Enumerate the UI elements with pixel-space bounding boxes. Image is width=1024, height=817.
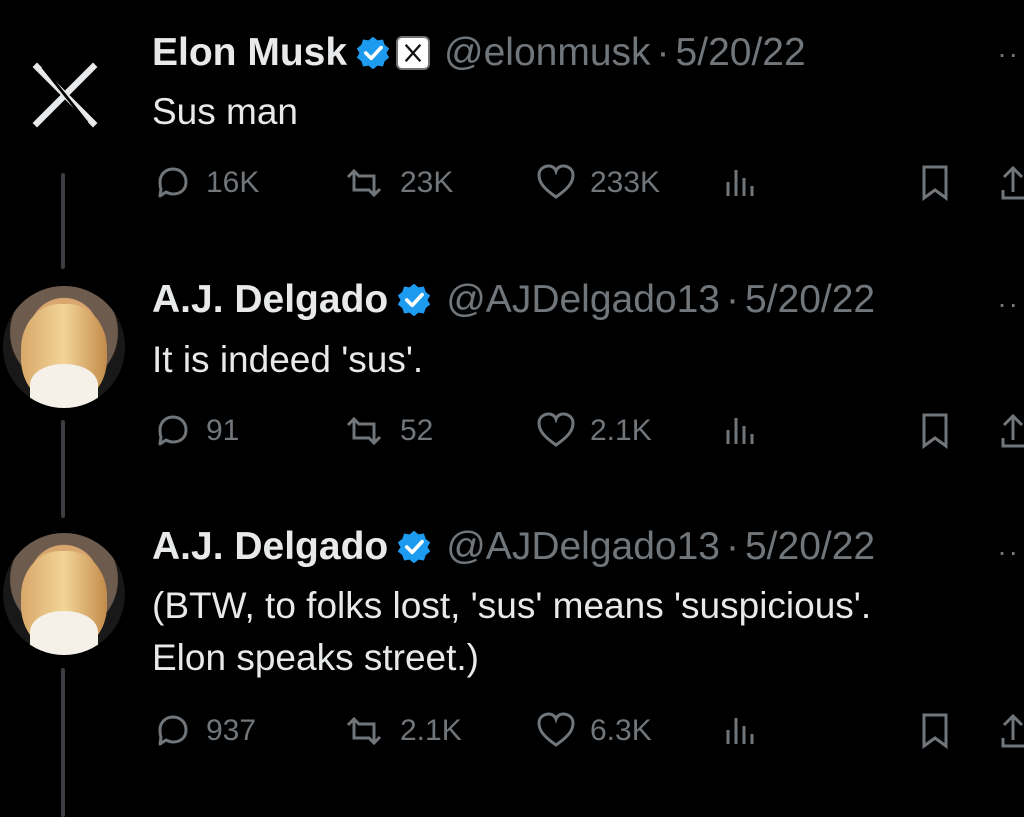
tweet-aj-delgado-1[interactable]: A.J. Delgado @AJDelgado13 · 5/20/22 ·· I… xyxy=(0,250,1024,490)
views-icon xyxy=(726,718,754,744)
verified-badge-icon xyxy=(398,283,431,317)
author-name[interactable]: Elon Musk xyxy=(152,31,347,75)
views-button[interactable] xyxy=(720,410,774,452)
reply-button[interactable]: 937 xyxy=(152,710,256,752)
reply-button[interactable]: 16K xyxy=(152,162,259,204)
heart-icon xyxy=(537,412,575,447)
tweet-actions: 16K 23K 233K xyxy=(152,162,1024,212)
like-button[interactable]: 2.1K xyxy=(534,410,652,452)
reply-icon xyxy=(158,715,188,746)
bookmark-icon xyxy=(922,413,948,449)
author-name[interactable]: A.J. Delgado xyxy=(152,525,388,569)
like-count: 2.1K xyxy=(590,414,652,447)
share-button[interactable] xyxy=(998,410,1024,452)
retweet-count: 52 xyxy=(400,414,434,447)
tweet-actions: 91 52 2.1K xyxy=(152,410,1024,460)
bookmark-button[interactable] xyxy=(916,710,966,752)
share-icon xyxy=(1001,165,1024,200)
more-options-button[interactable]: ·· xyxy=(997,38,1020,70)
x-affiliation-icon xyxy=(396,36,431,70)
retweet-count: 23K xyxy=(400,166,454,199)
bookmark-icon xyxy=(922,165,948,201)
tweet-date[interactable]: 5/20/22 xyxy=(676,31,806,75)
tweet-header: Elon Musk @elonmusk · 5/20/22 xyxy=(152,31,806,75)
tweet-aj-delgado-2[interactable]: A.J. Delgado @AJDelgado13 · 5/20/22 ·· (… xyxy=(0,498,1024,817)
avatar[interactable] xyxy=(3,533,125,655)
retweet-icon xyxy=(346,716,382,746)
reply-count: 16K xyxy=(206,166,260,199)
views-button[interactable] xyxy=(720,710,774,752)
heart-icon xyxy=(537,164,575,199)
share-icon xyxy=(1001,713,1024,748)
separator-dot: · xyxy=(656,31,670,74)
author-handle[interactable]: @AJDelgado13 xyxy=(446,278,720,322)
retweet-icon xyxy=(346,416,382,446)
retweet-button[interactable]: 2.1K xyxy=(340,710,462,752)
separator-dot: · xyxy=(725,278,739,321)
share-icon xyxy=(1001,413,1024,448)
author-name[interactable]: A.J. Delgado xyxy=(152,278,388,322)
bookmark-button[interactable] xyxy=(916,410,966,452)
like-button[interactable]: 233K xyxy=(534,162,660,204)
x-logo-icon[interactable] xyxy=(30,60,100,130)
heart-icon xyxy=(537,712,575,747)
share-button[interactable] xyxy=(998,710,1024,752)
retweet-button[interactable]: 23K xyxy=(340,162,453,204)
tweet-text: Sus man xyxy=(152,91,299,132)
more-options-button[interactable]: ·· xyxy=(997,288,1020,320)
avatar[interactable] xyxy=(3,286,125,408)
bookmark-button[interactable] xyxy=(916,162,966,204)
like-count: 6.3K xyxy=(590,714,652,747)
tweet-actions: 937 2.1K 6.3K xyxy=(152,710,1024,760)
author-handle[interactable]: @AJDelgado13 xyxy=(446,525,720,569)
author-handle[interactable]: @elonmusk xyxy=(444,31,651,75)
like-button[interactable]: 6.3K xyxy=(534,710,652,752)
tweet-header: A.J. Delgado @AJDelgado13 · 5/20/22 xyxy=(152,278,875,322)
tweet-text: (BTW, to folks lost, 'sus' means 'suspic… xyxy=(152,585,872,678)
separator-dot: · xyxy=(725,525,739,568)
views-button[interactable] xyxy=(720,162,774,204)
more-options-button[interactable]: ·· xyxy=(997,536,1020,568)
share-button[interactable] xyxy=(998,162,1024,204)
retweet-button[interactable]: 52 xyxy=(340,410,433,452)
reply-icon xyxy=(158,415,188,446)
views-icon xyxy=(726,418,754,444)
reply-count: 91 xyxy=(206,414,240,447)
reply-count: 937 xyxy=(206,714,257,747)
bookmark-icon xyxy=(922,713,948,749)
reply-icon xyxy=(158,167,188,198)
tweet-date[interactable]: 5/20/22 xyxy=(745,278,875,322)
reply-button[interactable]: 91 xyxy=(152,410,239,452)
tweet-date[interactable]: 5/20/22 xyxy=(745,525,875,569)
views-icon xyxy=(726,170,754,196)
like-count: 233K xyxy=(590,166,661,199)
tweet-elon-musk[interactable]: Elon Musk @elonmusk · 5/20/22 ·· Sus man… xyxy=(0,0,1024,230)
tweet-header: A.J. Delgado @AJDelgado13 · 5/20/22 xyxy=(152,525,875,569)
retweet-count: 2.1K xyxy=(400,714,462,747)
tweet-text: It is indeed 'sus'. xyxy=(152,339,424,380)
verified-badge-icon xyxy=(356,36,390,70)
verified-badge-icon xyxy=(398,530,431,564)
retweet-icon xyxy=(346,168,382,198)
